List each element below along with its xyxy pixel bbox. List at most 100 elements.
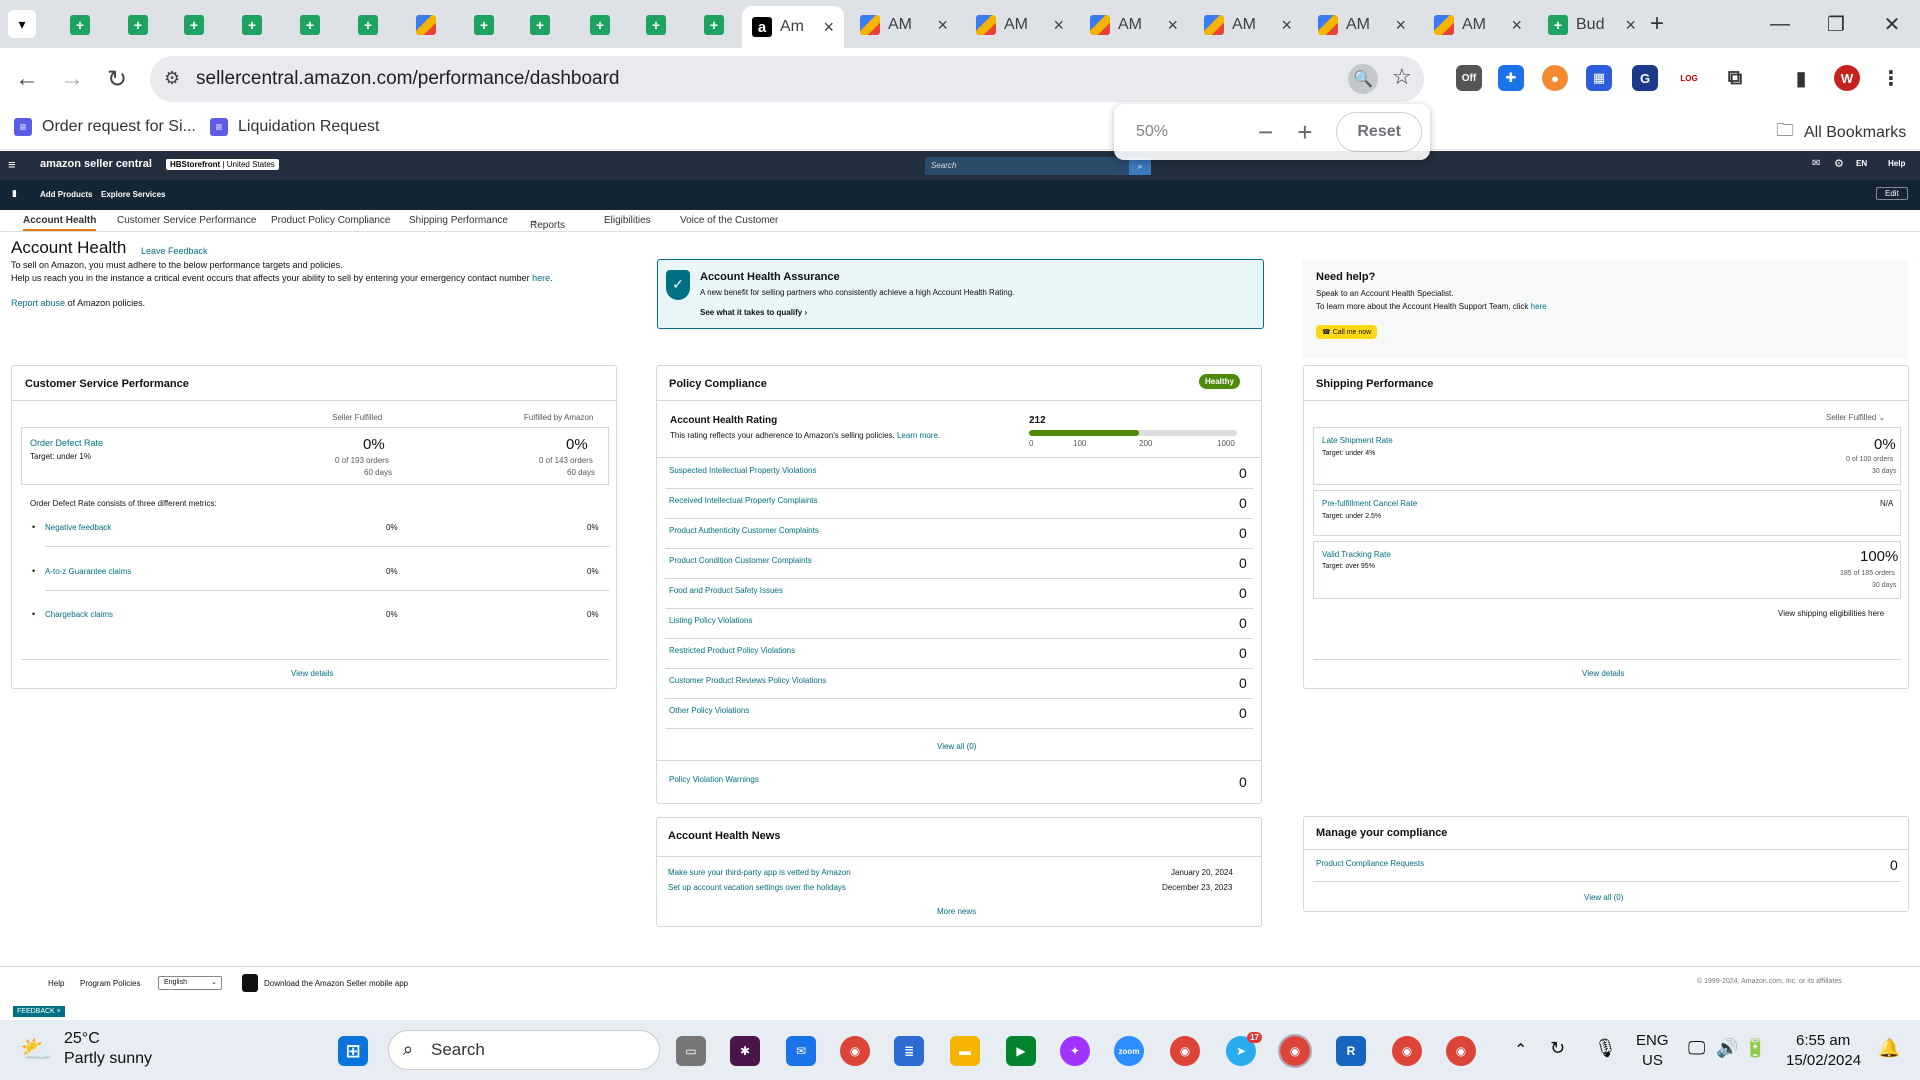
back-button[interactable]: ← bbox=[10, 62, 44, 96]
feedback-tab[interactable]: FEEDBACK × bbox=[13, 1006, 65, 1017]
shipping-filter[interactable]: Seller Fulfilled ⌄ bbox=[1826, 413, 1885, 422]
side-panel-icon[interactable]: ▮ bbox=[1788, 65, 1814, 91]
weather-temp[interactable]: 25°C bbox=[64, 1030, 100, 1048]
report-abuse-link[interactable]: Report abuse bbox=[11, 298, 65, 308]
lang-indicator[interactable]: ENG bbox=[1636, 1032, 1669, 1049]
close-window-button[interactable]: ✕ bbox=[1864, 0, 1920, 48]
chrome-icon[interactable]: ◉ bbox=[840, 1036, 870, 1066]
weather-desc[interactable]: Partly sunny bbox=[64, 1050, 152, 1068]
compliance-requests-link[interactable]: Product Compliance Requests bbox=[1316, 859, 1424, 868]
mail-icon[interactable]: ✉ bbox=[1812, 158, 1820, 169]
cancel-rate-link[interactable]: Pre-fulfillment Cancel Rate bbox=[1322, 499, 1417, 508]
mail-app-icon[interactable]: ✉ bbox=[786, 1036, 816, 1066]
bookmark-pin-icon[interactable]: ▮ bbox=[12, 188, 17, 199]
browser-tab[interactable] bbox=[406, 8, 456, 42]
tab-shipping[interactable]: Shipping Performance bbox=[409, 215, 508, 226]
footer-language-select[interactable]: English ⌄ bbox=[158, 976, 222, 990]
browser-tab[interactable]: + bbox=[60, 8, 110, 42]
volume-icon[interactable]: 🔊 bbox=[1716, 1038, 1738, 1059]
bookmark-liquidation[interactable]: ≡ Liquidation Request bbox=[210, 118, 379, 136]
address-bar[interactable]: ⚙ sellercentral.amazon.com/performance/d… bbox=[150, 56, 1424, 102]
policy-item-link[interactable]: Product Authenticity Customer Complaints bbox=[669, 526, 819, 535]
close-tab-icon[interactable]: × bbox=[1395, 15, 1406, 36]
browser-tab[interactable]: + bbox=[520, 8, 570, 42]
close-tab-icon[interactable]: × bbox=[1625, 15, 1636, 36]
zoom-in-button[interactable]: + bbox=[1297, 117, 1312, 148]
close-tab-icon[interactable]: × bbox=[1167, 15, 1178, 36]
browser-tab[interactable]: + bbox=[290, 8, 340, 42]
browser-tab[interactable]: + Bud × bbox=[1538, 8, 1646, 42]
battery-icon[interactable]: 🔋 bbox=[1744, 1038, 1766, 1059]
settings-icon[interactable]: ⚙ bbox=[1834, 157, 1844, 170]
close-tab-icon[interactable]: × bbox=[937, 15, 948, 36]
chrome-c-icon[interactable]: ◉ bbox=[1446, 1036, 1476, 1066]
seller-central-logo[interactable]: amazon seller central bbox=[40, 158, 152, 170]
policy-item-link[interactable]: Listing Policy Violations bbox=[669, 616, 752, 625]
file-explorer-icon[interactable]: ▬ bbox=[950, 1036, 980, 1066]
bookmark-star-icon[interactable]: ☆ bbox=[1392, 64, 1412, 90]
more-news-link[interactable]: More news bbox=[937, 907, 976, 916]
browser-tab[interactable]: AM × bbox=[1308, 8, 1416, 42]
tray-sync-icon[interactable]: ↻ bbox=[1550, 1038, 1565, 1059]
policy-item-link[interactable]: Customer Product Reviews Policy Violatio… bbox=[669, 676, 826, 685]
taskbar-search[interactable]: ⌕ Search bbox=[388, 1030, 660, 1070]
odr-link[interactable]: Order Defect Rate bbox=[30, 438, 103, 448]
close-tab-icon[interactable]: × bbox=[823, 17, 834, 38]
hamburger-menu-icon[interactable]: ≡ bbox=[8, 157, 16, 172]
extension-blue-icon[interactable]: ✚ bbox=[1498, 65, 1524, 91]
messenger-icon[interactable]: ✦ bbox=[1060, 1036, 1090, 1066]
policy-warnings-link[interactable]: Policy Violation Warnings bbox=[669, 775, 759, 784]
news-item-link[interactable]: Set up account vacation settings over th… bbox=[668, 883, 846, 892]
slack-icon[interactable]: ✱ bbox=[730, 1036, 760, 1066]
policy-item-link[interactable]: Suspected Intellectual Property Violatio… bbox=[669, 466, 817, 475]
browser-tab[interactable]: + bbox=[580, 8, 630, 42]
explore-services-link[interactable]: Explore Services bbox=[101, 190, 165, 199]
reload-button[interactable]: ↻ bbox=[100, 62, 134, 96]
browser-tab[interactable]: + bbox=[174, 8, 224, 42]
close-tab-icon[interactable]: × bbox=[1053, 15, 1064, 36]
extension-g-icon[interactable]: G bbox=[1632, 65, 1658, 91]
seller-search-input[interactable]: Search ⌕ bbox=[925, 157, 1151, 175]
tab-product-policy[interactable]: Product Policy Compliance bbox=[271, 215, 391, 226]
late-shipment-link[interactable]: Late Shipment Rate bbox=[1322, 436, 1393, 445]
profile-avatar[interactable]: W bbox=[1834, 65, 1860, 91]
browser-tab[interactable]: + bbox=[636, 8, 686, 42]
footer-app-link[interactable]: Download the Amazon Seller mobile app bbox=[264, 979, 408, 988]
browser-tab[interactable]: AM × bbox=[850, 8, 958, 42]
chrome-profile-icon[interactable]: ◉ bbox=[1170, 1036, 1200, 1066]
compliance-view-all[interactable]: View all (0) bbox=[1584, 893, 1623, 902]
forward-button[interactable]: → bbox=[55, 62, 89, 96]
weather-icon[interactable]: ⛅ bbox=[20, 1034, 52, 1065]
csp-view-details[interactable]: View details bbox=[291, 669, 334, 678]
footer-program-policies[interactable]: Program Policies bbox=[80, 979, 140, 988]
clock-time[interactable]: 6:55 am bbox=[1796, 1032, 1850, 1049]
clock-date[interactable]: 15/02/2024 bbox=[1786, 1052, 1861, 1069]
ahr-learn-more[interactable]: Learn more. bbox=[897, 431, 940, 440]
extension-orange-icon[interactable]: ● bbox=[1542, 65, 1568, 91]
browser-tab[interactable]: + bbox=[348, 8, 398, 42]
extensions-puzzle-icon[interactable]: ⧉ bbox=[1722, 65, 1748, 91]
zoom-icon[interactable]: 🔍 bbox=[1348, 64, 1378, 94]
support-team-link[interactable]: here bbox=[1531, 302, 1547, 311]
policy-item-link[interactable]: Food and Product Safety Issues bbox=[669, 586, 783, 595]
tab-search-button[interactable]: ▾ bbox=[8, 10, 36, 38]
zoom-reset-button[interactable]: Reset bbox=[1336, 112, 1422, 152]
notepad-icon[interactable]: ≣ bbox=[894, 1036, 924, 1066]
extension-grid-icon[interactable]: ▦ bbox=[1586, 65, 1612, 91]
bookmark-order-request[interactable]: ≡ Order request for Si... bbox=[14, 118, 196, 136]
edit-button[interactable]: Edit bbox=[1876, 187, 1908, 200]
add-products-link[interactable]: Add Products bbox=[40, 190, 92, 199]
zoom-out-button[interactable]: − bbox=[1258, 117, 1273, 148]
zoom-app-icon[interactable]: zoom bbox=[1114, 1036, 1144, 1066]
shipping-view-details[interactable]: View details bbox=[1582, 669, 1625, 678]
policy-item-link[interactable]: Restricted Product Policy Violations bbox=[669, 646, 795, 655]
tracking-rate-link[interactable]: Valid Tracking Rate bbox=[1322, 550, 1391, 559]
tab-voice-customer[interactable]: Voice of the Customer bbox=[680, 215, 778, 226]
policy-item-link[interactable]: Other Policy Violations bbox=[669, 706, 749, 715]
metric-atoz-claims[interactable]: A-to-z Guarantee claims bbox=[45, 567, 131, 576]
lang-region[interactable]: US bbox=[1642, 1052, 1663, 1069]
task-view-icon[interactable]: ▭ bbox=[676, 1036, 706, 1066]
close-tab-icon[interactable]: × bbox=[1281, 15, 1292, 36]
r-app-icon[interactable]: R bbox=[1336, 1036, 1366, 1066]
new-tab-button[interactable]: + bbox=[1650, 10, 1664, 38]
